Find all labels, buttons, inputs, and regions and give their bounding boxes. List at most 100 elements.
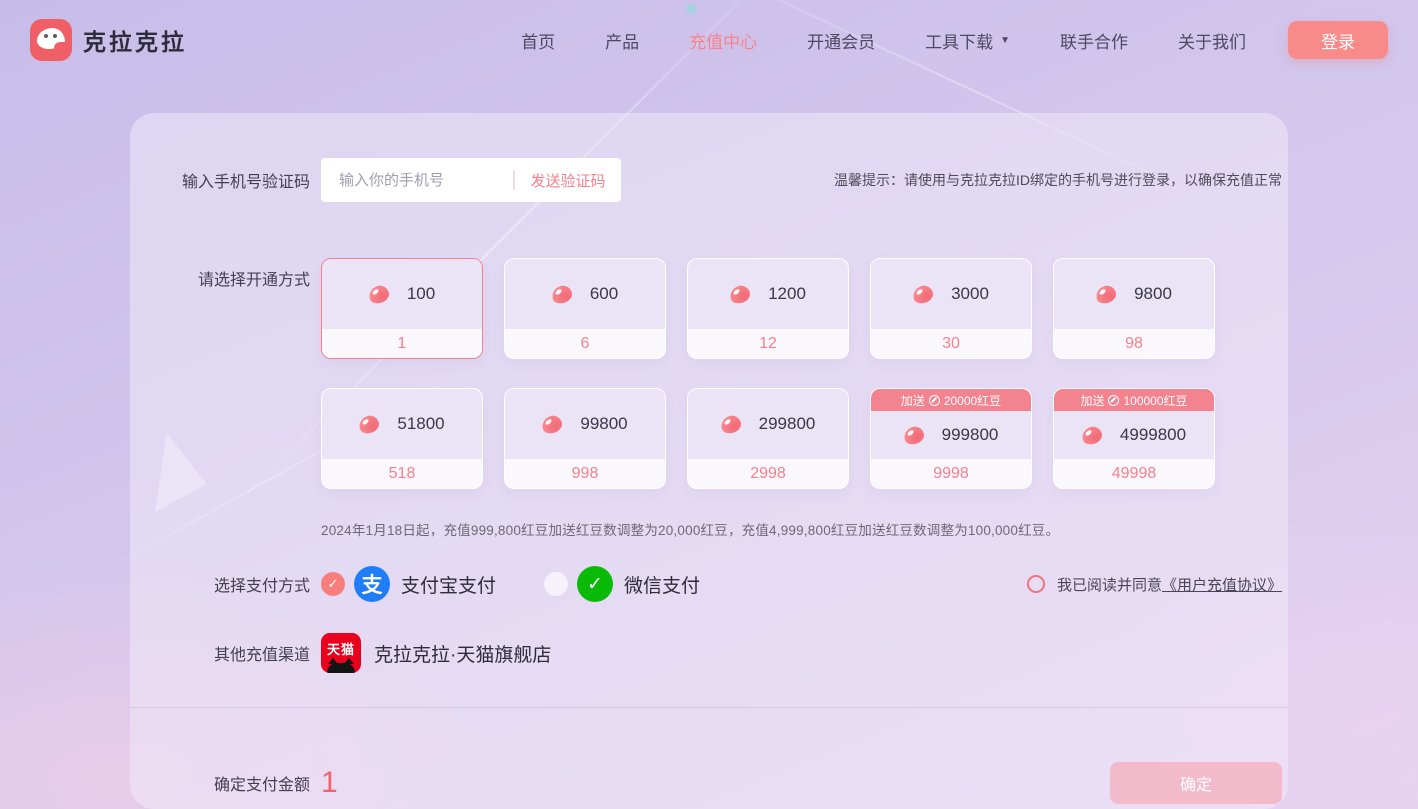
bean-icon [540,413,564,435]
bean-amount: 1200 [768,284,806,304]
package-card-top: 1200 [688,259,848,329]
package-price: 9998 [871,459,1031,488]
nav-item-tools-download[interactable]: 工具下载▼ [925,28,1010,53]
recharge-panel: 输入手机号验证码 发送验证码 温馨提示：请使用与克拉克拉ID绑定的手机号进行登录… [130,113,1288,809]
brand-logo[interactable]: 克拉克拉 [30,19,187,61]
bean-icon [901,424,925,446]
confirm-button[interactable]: 确定 [1110,762,1282,804]
bonus-badge-prefix: 加送 [901,392,925,409]
agreement-link[interactable]: 《用户充值协议》 [1162,574,1282,595]
nav-item-home[interactable]: 首页 [521,28,555,53]
bonus-badge: 加送 100000红豆 [1054,389,1214,411]
package-card[interactable]: 600 6 [504,258,666,359]
package-price: 998 [505,459,665,488]
bean-amount: 4999800 [1120,425,1186,445]
phone-section-label: 输入手机号验证码 [130,168,310,192]
login-button[interactable]: 登录 [1288,21,1388,59]
tmall-store-link[interactable]: 天猫 克拉克拉·天猫旗舰店 [321,633,551,673]
bean-icon [911,283,935,305]
radio-checked-icon[interactable]: ✓ [321,572,345,596]
brand-logo-icon [30,19,72,61]
payment-confirm-row: 确定支付金额 1 确定 [130,762,1288,804]
brand-name: 克拉克拉 [83,23,187,57]
package-card[interactable]: 99800 998 [504,388,666,489]
bean-icon [718,413,742,435]
package-card[interactable]: 3000 30 [870,258,1032,359]
nav-menu: 首页 产品 充值中心 开通会员 工具下载▼ 联手合作 关于我们 [521,28,1246,53]
package-card-top: 51800 [322,389,482,459]
package-card[interactable]: 9800 98 [1053,258,1215,359]
bean-amount: 299800 [759,414,816,434]
payment-section-label: 选择支付方式 [130,572,310,596]
bean-amount: 51800 [397,414,444,434]
phone-verification-row: 输入手机号验证码 发送验证码 温馨提示：请使用与克拉克拉ID绑定的手机号进行登录… [130,113,1288,202]
bean-amount: 99800 [580,414,627,434]
package-card-grid: 1001600612001230003098009851800518998009… [321,258,1215,489]
agreement-text: 我已阅读并同意 [1057,574,1162,595]
bean-amount: 3000 [951,284,989,304]
top-nav-bar: 克拉克拉 首页 产品 充值中心 开通会员 工具下载▼ 联手合作 关于我们 登录 [0,0,1418,80]
package-price: 98 [1054,329,1214,358]
phone-input[interactable] [321,172,513,189]
chevron-down-icon: ▼ [1000,35,1010,46]
bean-icon [1094,283,1118,305]
package-selection-row: 请选择开通方式 10016006120012300030980098518005… [130,258,1288,489]
login-tip-text: 温馨提示：请使用与克拉克拉ID绑定的手机号进行登录，以确保充值正常 [621,170,1282,190]
other-channel-row: 其他充值渠道 天猫 克拉克拉·天猫旗舰店 [130,631,1288,675]
nav-item-products[interactable]: 产品 [605,28,639,53]
channel-section-label: 其他充值渠道 [130,641,310,665]
agreement: 我已阅读并同意《用户充值协议》 [1027,574,1282,595]
payment-method-alipay[interactable]: ✓ 支支付宝支付 [321,566,496,602]
package-card[interactable]: 1001 [321,258,483,359]
bonus-note-row: 2024年1月18日起，充值999,800红豆加送红豆数调整为20,000红豆，… [130,519,1288,539]
nav-item-about-us[interactable]: 关于我们 [1178,28,1246,53]
package-card[interactable]: 加送 20000红豆 999800 9998 [870,388,1032,489]
payment-method-name: 支付宝支付 [401,571,496,598]
bean-amount: 999800 [942,425,999,445]
agreement-radio[interactable] [1027,575,1045,593]
package-card[interactable]: 1200 12 [687,258,849,359]
bonus-badge: 加送 20000红豆 [871,389,1031,411]
bonus-badge-amount: 100000红豆 [1123,392,1187,409]
section-divider [130,707,1288,708]
bean-amount: 9800 [1134,284,1172,304]
package-card-top: 3000 [871,259,1031,329]
package-price: 6 [505,329,665,358]
phone-input-group: 发送验证码 [321,158,621,202]
package-section-label: 请选择开通方式 [130,258,310,290]
package-card-top: 100 [322,259,482,329]
package-card[interactable]: 51800 518 [321,388,483,489]
package-price: 518 [322,459,482,488]
package-price: 2998 [688,459,848,488]
package-card-top: 299800 [688,389,848,459]
payment-method-wechat[interactable]: ✓微信支付 [544,566,700,602]
package-card[interactable]: 加送 100000红豆 4999800 49998 [1053,388,1215,489]
tmall-store-name: 克拉克拉·天猫旗舰店 [374,640,551,667]
bean-icon [728,283,752,305]
package-price: 1 [322,329,482,358]
package-card-top: 999800 [871,411,1031,459]
bean-outline-icon [929,395,940,406]
tmall-icon: 天猫 [321,633,361,673]
package-price: 30 [871,329,1031,358]
payment-method-list: ✓ 支支付宝支付 ✓微信支付 [321,566,700,602]
nav-item-cooperation[interactable]: 联手合作 [1060,28,1128,53]
radio-unchecked-icon[interactable] [544,572,568,596]
payment-amount: 1 [321,766,338,800]
nav-item-recharge-center[interactable]: 充值中心 [689,28,757,53]
package-card-top: 600 [505,259,665,329]
bean-icon [357,413,381,435]
bonus-badge-amount: 20000红豆 [944,392,1001,409]
nav-item-membership[interactable]: 开通会员 [807,28,875,53]
package-price: 12 [688,329,848,358]
alipay-icon: 支 [354,566,390,602]
send-code-button[interactable]: 发送验证码 [515,170,621,191]
package-price: 49998 [1054,459,1214,488]
bean-icon [550,283,574,305]
package-card[interactable]: 299800 2998 [687,388,849,489]
wechat-icon: ✓ [577,566,613,602]
bonus-badge-prefix: 加送 [1080,392,1104,409]
payment-method-row: 选择支付方式 ✓ 支支付宝支付 ✓微信支付 我已阅读并同意《用户充值协议》 [130,566,1288,602]
bean-amount: 600 [590,284,618,304]
package-card-top: 99800 [505,389,665,459]
